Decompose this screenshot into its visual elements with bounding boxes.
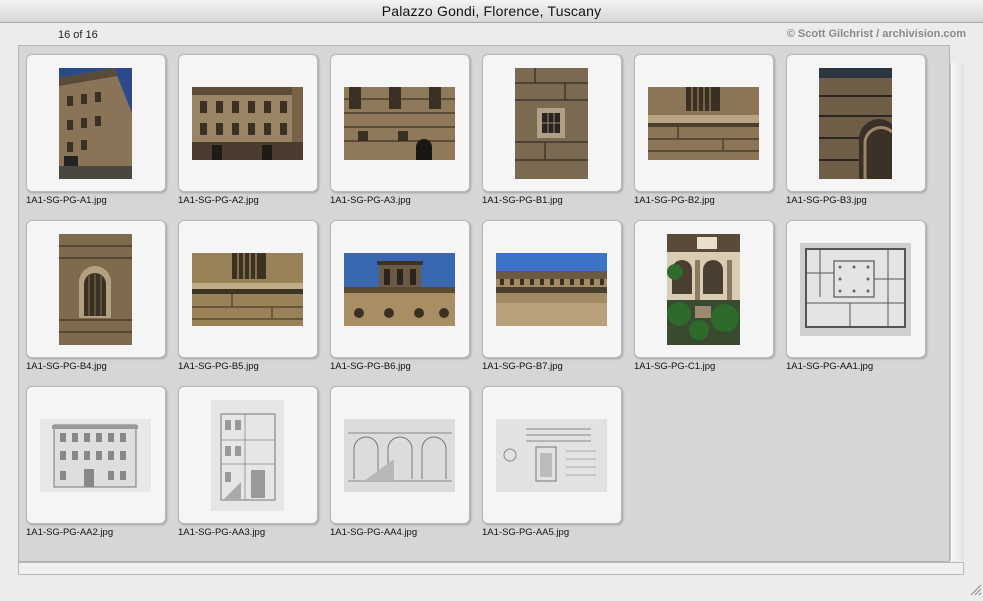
slide-mount[interactable]	[26, 220, 166, 358]
thumbnail-cell[interactable]: 1A1-SG-PG-B1.jpg	[482, 54, 622, 206]
window-title: Palazzo Gondi, Florence, Tuscany	[381, 3, 602, 19]
thumbnail-filename: 1A1-SG-PG-AA5.jpg	[482, 527, 570, 538]
thumbnail-grid: 1A1-SG-PG-A1.jpg 1A1-SG-PG-A2.jpg 1A1-SG…	[18, 45, 950, 562]
slide-mount[interactable]	[330, 386, 470, 524]
thumbnail-cell[interactable]: 1A1-SG-PG-B3.jpg	[786, 54, 926, 206]
thumbnail-filename: 1A1-SG-PG-B2.jpg	[634, 195, 715, 206]
slide-mount[interactable]	[482, 220, 622, 358]
thumbnail-cell[interactable]: 1A1-SG-PG-AA5.jpg	[482, 386, 622, 538]
thumbnail-filename: 1A1-SG-PG-A1.jpg	[26, 195, 107, 206]
window-detail-photo-icon[interactable]	[515, 68, 588, 179]
thumbnail-cell[interactable]: 1A1-SG-PG-AA4.jpg	[330, 386, 470, 538]
slide-mount[interactable]	[330, 220, 470, 358]
thumbnail-cell[interactable]: 1A1-SG-PG-B7.jpg	[482, 220, 622, 372]
thumbnail-filename: 1A1-SG-PG-A2.jpg	[178, 195, 259, 206]
thumbnail-filename: 1A1-SG-PG-B3.jpg	[786, 195, 867, 206]
thumbnail-filename: 1A1-SG-PG-AA2.jpg	[26, 527, 114, 538]
shuttered-window-photo-icon[interactable]	[192, 253, 303, 326]
slide-mount[interactable]	[178, 386, 318, 524]
thumbnail-filename: 1A1-SG-PG-B7.jpg	[482, 361, 563, 372]
thumbnail-cell[interactable]: 1A1-SG-PG-AA2.jpg	[26, 386, 166, 538]
thumbnail-cell[interactable]: 1A1-SG-PG-B4.jpg	[26, 220, 166, 372]
cornice-drawing-icon[interactable]	[496, 419, 607, 492]
courtyard-drawing-icon[interactable]	[344, 419, 455, 492]
thumbnail-filename: 1A1-SG-PG-B5.jpg	[178, 361, 259, 372]
thumbnail-filename: 1A1-SG-PG-A3.jpg	[330, 195, 411, 206]
thumbnail-cell[interactable]: 1A1-SG-PG-B2.jpg	[634, 54, 774, 206]
thumbnail-filename: 1A1-SG-PG-AA4.jpg	[330, 527, 418, 538]
thumbnail-cell[interactable]: 1A1-SG-PG-B6.jpg	[330, 220, 470, 372]
slide-mount[interactable]	[786, 220, 926, 358]
horizontal-scrollbar[interactable]	[18, 562, 964, 575]
courtyard-photo-icon[interactable]	[667, 234, 740, 345]
thumbnail-cell[interactable]: 1A1-SG-PG-A2.jpg	[178, 54, 318, 206]
section-drawing-icon[interactable]	[211, 400, 284, 511]
elevation-drawing-icon[interactable]	[40, 419, 151, 492]
window-titlebar[interactable]: Palazzo Gondi, Florence, Tuscany	[0, 0, 983, 23]
arched-stone-photo-icon[interactable]	[819, 68, 892, 179]
thumbnail-cell[interactable]: 1A1-SG-PG-AA1.jpg	[786, 220, 926, 372]
thumbnail-cell[interactable]: 1A1-SG-PG-A3.jpg	[330, 54, 470, 206]
resize-grip-icon[interactable]	[968, 582, 982, 596]
facade-street-photo-icon[interactable]	[59, 68, 132, 179]
stone-course-photo-icon[interactable]	[648, 87, 759, 160]
slide-mount[interactable]	[330, 54, 470, 192]
slide-mount[interactable]	[634, 54, 774, 192]
slide-mount[interactable]	[482, 54, 622, 192]
slide-mount[interactable]	[26, 386, 166, 524]
slide-mount[interactable]	[178, 54, 318, 192]
copyright-credit: © Scott Gilchrist / archivision.com	[786, 28, 966, 40]
thumbnail-filename: 1A1-SG-PG-AA3.jpg	[178, 527, 266, 538]
thumbnail-filename: 1A1-SG-PG-C1.jpg	[634, 361, 716, 372]
rusticated-wall-photo-icon[interactable]	[344, 87, 455, 160]
slide-mount[interactable]	[786, 54, 926, 192]
thumbnail-cell[interactable]: 1A1-SG-PG-AA3.jpg	[178, 386, 318, 538]
slide-mount[interactable]	[634, 220, 774, 358]
vertical-scrollbar[interactable]	[950, 63, 964, 561]
thumbnail-filename: 1A1-SG-PG-B1.jpg	[482, 195, 563, 206]
image-count: 16 of 16	[58, 29, 98, 41]
facade-wide-photo-icon[interactable]	[192, 87, 303, 160]
slide-mount[interactable]	[482, 386, 622, 524]
thumbnail-filename: 1A1-SG-PG-AA1.jpg	[786, 361, 874, 372]
thumbnail-cell[interactable]: 1A1-SG-PG-A1.jpg	[26, 54, 166, 206]
thumbnail-cell[interactable]: 1A1-SG-PG-C1.jpg	[634, 220, 774, 372]
thumbnail-cell[interactable]: 1A1-SG-PG-B5.jpg	[178, 220, 318, 372]
thumbnail-filename: 1A1-SG-PG-B4.jpg	[26, 361, 107, 372]
floor-plan-drawing-icon[interactable]	[800, 243, 911, 336]
arched-window-photo-icon[interactable]	[59, 234, 132, 345]
thumbnail-filename: 1A1-SG-PG-B6.jpg	[330, 361, 411, 372]
slide-mount[interactable]	[178, 220, 318, 358]
cornice-sky-photo-icon[interactable]	[496, 253, 607, 326]
slide-mount[interactable]	[26, 54, 166, 192]
tower-sky-photo-icon[interactable]	[344, 253, 455, 326]
